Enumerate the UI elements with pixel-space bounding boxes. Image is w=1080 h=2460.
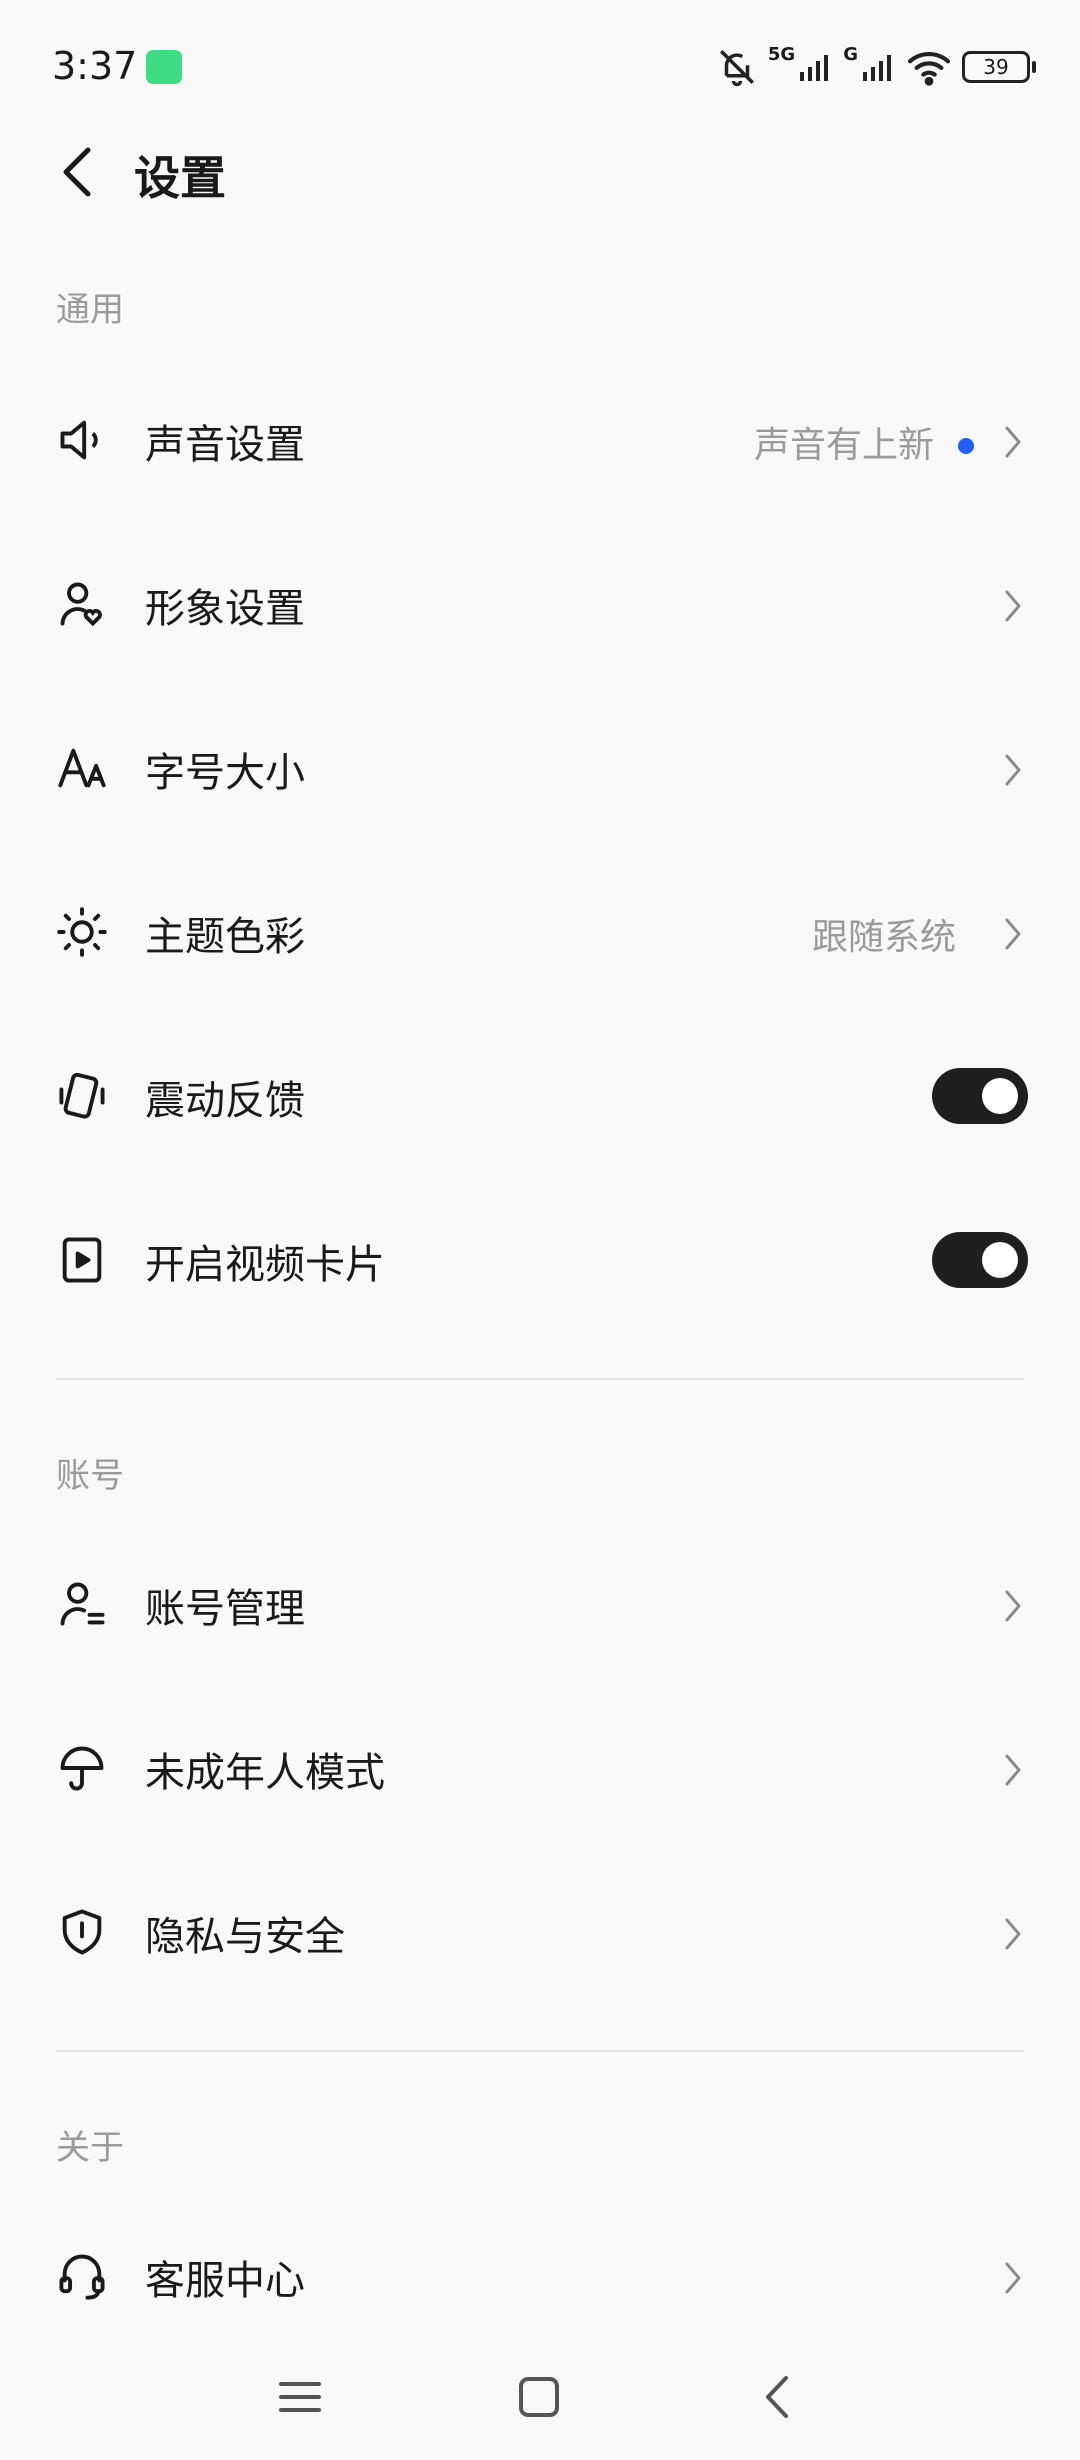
row-video-card: 开启视频卡片 <box>0 1182 1080 1346</box>
row-label: 客服中心 <box>145 2258 305 2304</box>
row-customer-service[interactable]: 客服中心 <box>0 2198 1080 2362</box>
video-card-toggle[interactable] <box>932 1232 1028 1288</box>
vibration-toggle[interactable] <box>932 1068 1028 1124</box>
chevron-right-icon <box>1005 1754 1021 1786</box>
toggle-knob <box>982 1242 1018 1278</box>
toggle-knob <box>982 1078 1018 1114</box>
back-icon[interactable] <box>744 2362 814 2432</box>
row-theme-color[interactable]: 主题色彩 跟随系统 <box>0 854 1080 1018</box>
row-label: 账号管理 <box>145 1586 305 1632</box>
row-label: 声音设置 <box>145 422 305 468</box>
shield-icon <box>62 1909 102 1955</box>
home-icon[interactable] <box>504 2362 574 2432</box>
row-label: 形象设置 <box>145 586 305 632</box>
page-title: 设置 <box>134 151 226 205</box>
wifi-icon <box>907 51 951 86</box>
section-divider <box>56 1378 1024 1380</box>
chevron-right-icon <box>1005 1918 1021 1950</box>
headset-icon <box>59 2254 105 2300</box>
sun-icon <box>57 907 107 957</box>
vibrate-icon <box>59 1072 105 1119</box>
row-font-size[interactable]: 字号大小 <box>0 690 1080 854</box>
chevron-right-icon <box>1005 754 1021 786</box>
video-card-icon <box>62 1237 102 1283</box>
row-privacy-security[interactable]: 隐私与安全 <box>0 1854 1080 2018</box>
back-button[interactable] <box>50 142 110 202</box>
status-icons: 5G G 39 <box>716 44 1036 90</box>
section-divider <box>56 2050 1024 2052</box>
row-value: 声音有上新 <box>753 425 934 466</box>
row-sound-settings[interactable]: 声音设置 声音有上新 <box>0 362 1080 526</box>
chevron-right-icon <box>1005 426 1021 458</box>
speaker-icon <box>60 420 98 460</box>
new-indicator-dot <box>958 438 974 454</box>
chevron-right-icon <box>1005 918 1021 950</box>
row-vibration-feedback: 震动反馈 <box>0 1018 1080 1182</box>
menu-icon[interactable] <box>265 2362 335 2432</box>
battery-icon: 39 <box>962 51 1036 83</box>
chevron-right-icon <box>1005 1590 1021 1622</box>
section-title-general: 通用 <box>56 290 124 330</box>
system-nav-bar <box>0 2340 1080 2460</box>
status-bar: 3:37 5G G 39 <box>0 0 1080 136</box>
section-title-account: 账号 <box>56 1456 124 1496</box>
signal-icon <box>800 55 829 81</box>
row-avatar-settings[interactable]: 形象设置 <box>0 526 1080 690</box>
row-label: 隐私与安全 <box>145 1914 345 1960</box>
row-minor-mode[interactable]: 未成年人模式 <box>0 1690 1080 1854</box>
chevron-right-icon <box>1005 2262 1021 2294</box>
chevron-right-icon <box>1005 590 1021 622</box>
row-account-management[interactable]: 账号管理 <box>0 1526 1080 1690</box>
row-label: 未成年人模式 <box>145 1750 385 1796</box>
page-header: 设置 <box>0 120 1080 220</box>
person-list-icon <box>60 1582 105 1626</box>
row-label: 主题色彩 <box>145 914 305 960</box>
section-title-about: 关于 <box>56 2128 124 2168</box>
signal-g-label: G <box>843 44 858 65</box>
android-icon <box>146 50 182 84</box>
row-label: 震动反馈 <box>145 1078 305 1124</box>
signal-5g-label: 5G <box>767 44 796 65</box>
umbrella-icon <box>60 1746 104 1791</box>
signal-icon-2 <box>863 55 891 81</box>
row-label: 开启视频卡片 <box>145 1242 385 1288</box>
row-label: 字号大小 <box>145 750 305 796</box>
status-time: 3:37 <box>52 44 138 88</box>
row-value: 跟随系统 <box>811 917 956 958</box>
person-heart-icon <box>60 582 102 627</box>
bell-muted-icon <box>719 50 754 87</box>
font-size-icon <box>58 748 106 788</box>
